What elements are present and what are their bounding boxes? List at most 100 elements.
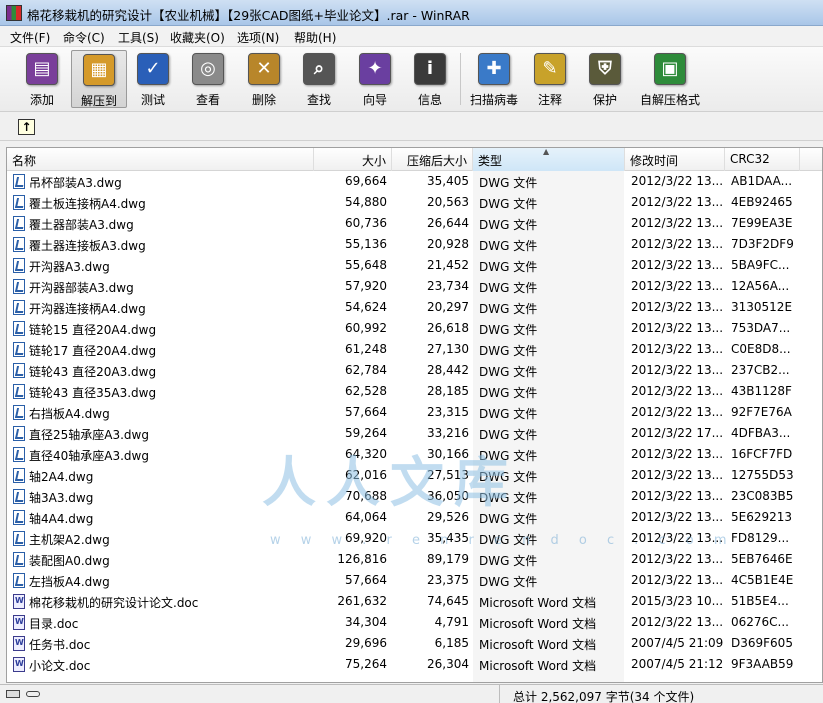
table-row[interactable]: 覆土器部装A3.dwg 60,736 26,644 DWG 文件 2012/3/22 1…	[7, 213, 822, 234]
cell-size: 54,624	[345, 300, 387, 314]
cell-size: 126,816	[337, 552, 387, 566]
toolbar-button-4[interactable]: ✕ 删除	[238, 50, 290, 108]
sort-ascending-icon: ▲	[543, 147, 550, 156]
column-header-name[interactable]: 名称	[7, 148, 314, 171]
table-row[interactable]: 小论文.doc 75,264 26,304 Microsoft Word 文档 2007…	[7, 654, 822, 675]
cell-name: 开沟器A3.dwg	[29, 260, 110, 274]
toolbar-button-5[interactable]: ⌕ 查找	[293, 50, 345, 108]
cell-packed: 23,375	[427, 573, 469, 587]
table-row[interactable]: 吊杯部装A3.dwg 69,664 35,405 DWG 文件 2012/3/22 13…	[7, 171, 822, 192]
table-row[interactable]: 链轮17 直径20A4.dwg 61,248 27,130 DWG 文件 2012/3/…	[7, 339, 822, 360]
toolbar-button-6[interactable]: ✦ 向导	[349, 50, 401, 108]
cell-packed: 35,435	[427, 531, 469, 545]
toolbar-button-0[interactable]: ▤ 添加	[16, 50, 68, 108]
cell-crc: 5EB7646E	[731, 552, 793, 566]
cell-modified: 2012/3/22 13...	[631, 489, 724, 503]
table-row[interactable]: 右挡板A4.dwg 57,664 23,315 DWG 文件 2012/3/22 13.…	[7, 402, 822, 423]
toolbar-button-2[interactable]: ✓ 测试	[127, 50, 179, 108]
dwg-file-icon	[13, 363, 25, 378]
table-row[interactable]: 开沟器A3.dwg 55,648 21,452 DWG 文件 2012/3/22 13.…	[7, 255, 822, 276]
cell-modified: 2012/3/22 13...	[631, 468, 724, 482]
cell-packed: 23,315	[427, 405, 469, 419]
cell-crc: 237CB2...	[731, 363, 790, 377]
toolbar-button-8[interactable]: ✚ 扫描病毒	[464, 50, 524, 108]
dwg-file-icon	[13, 426, 25, 441]
cell-packed: 20,563	[427, 195, 469, 209]
toolbar-button-9[interactable]: ✎ 注释	[525, 50, 575, 108]
cell-modified: 2012/3/22 13...	[631, 531, 724, 545]
cell-name: 任务书.doc	[29, 638, 91, 652]
cell-crc: 5E629213	[731, 510, 793, 524]
table-row[interactable]: 任务书.doc 29,696 6,185 Microsoft Word 文档 2007/…	[7, 633, 822, 654]
menu-options[interactable]: 选项(N)	[237, 29, 279, 46]
cell-crc: 5BA9FC...	[731, 258, 790, 272]
cell-modified: 2012/3/22 13...	[631, 447, 724, 461]
virus-scan-icon: ✚	[478, 53, 510, 85]
word-document-icon	[13, 615, 25, 630]
menu-commands[interactable]: 命令(C)	[63, 29, 105, 46]
menu-bar: 文件(F) 命令(C) 工具(S) 收藏夹(O) 选项(N) 帮助(H)	[0, 26, 823, 47]
table-row[interactable]: 装配图A0.dwg 126,816 89,179 DWG 文件 2012/3/22 13…	[7, 549, 822, 570]
cell-name: 吊杯部装A3.dwg	[29, 176, 122, 190]
cell-modified: 2012/3/22 13...	[631, 384, 724, 398]
table-row[interactable]: 主机架A2.dwg 69,920 35,435 DWG 文件 2012/3/22 13.…	[7, 528, 822, 549]
cell-name: 轴4A4.dwg	[29, 512, 94, 526]
table-row[interactable]: 链轮43 直径35A3.dwg 62,528 28,185 DWG 文件 2012/3/…	[7, 381, 822, 402]
table-row[interactable]: 直径40轴承座A3.dwg 64,320 30,166 DWG 文件 2012/3/22…	[7, 444, 822, 465]
cell-size: 62,528	[345, 384, 387, 398]
toolbar-button-10[interactable]: ⛨ 保护	[580, 50, 630, 108]
table-row[interactable]: 棉花移栽机的研究设计论文.doc 261,632 74,645 Microsoft W…	[7, 591, 822, 612]
table-row[interactable]: 目录.doc 34,304 4,791 Microsoft Word 文档 2012/3…	[7, 612, 822, 633]
column-header-modified[interactable]: 修改时间	[625, 148, 725, 171]
cell-crc: 7D3F2DF9	[731, 237, 794, 251]
toolbar-button-7[interactable]: i 信息	[404, 50, 456, 108]
cell-crc: 92F7E76A	[731, 405, 792, 419]
cell-packed: 28,442	[427, 363, 469, 377]
menu-tools[interactable]: 工具(S)	[118, 29, 159, 46]
table-row[interactable]: 覆土板连接柄A4.dwg 54,880 20,563 DWG 文件 2012/3/22 …	[7, 192, 822, 213]
up-folder-button[interactable]: ↑	[18, 119, 35, 135]
toolbar-button-11[interactable]: ▣ 自解压格式	[633, 50, 707, 108]
column-header-packed[interactable]: 压缩后大小	[392, 148, 473, 171]
menu-favorites[interactable]: 收藏夹(O)	[170, 29, 225, 46]
cell-type: Microsoft Word 文档	[479, 596, 597, 610]
table-row[interactable]: 轴3A3.dwg 70,688 36,050 DWG 文件 2012/3/22 13..…	[7, 486, 822, 507]
cell-name: 链轮17 直径20A4.dwg	[29, 344, 157, 358]
table-row[interactable]: 开沟器连接柄A4.dwg 54,624 20,297 DWG 文件 2012/3/22 …	[7, 297, 822, 318]
table-row[interactable]: 左挡板A4.dwg 57,664 23,375 DWG 文件 2012/3/22 13.…	[7, 570, 822, 591]
cell-size: 55,648	[345, 258, 387, 272]
dwg-file-icon	[13, 321, 25, 336]
table-row[interactable]: 覆土器连接板A3.dwg 55,136 20,928 DWG 文件 2012/3/22 …	[7, 234, 822, 255]
table-row[interactable]: 链轮43 直径20A3.dwg 62,784 28,442 DWG 文件 2012/3/…	[7, 360, 822, 381]
cell-type: DWG 文件	[479, 491, 538, 505]
file-list[interactable]: 名称 大小 压缩后大小 类型 ▲ 修改时间 CRC32 吊杯部装A3.dwg 69…	[6, 147, 823, 683]
key-icon[interactable]	[26, 691, 40, 697]
find-icon: ⌕	[303, 53, 335, 85]
menu-help[interactable]: 帮助(H)	[294, 29, 336, 46]
cell-name: 小论文.doc	[29, 659, 91, 673]
column-header-size[interactable]: 大小	[314, 148, 392, 171]
drive-icon[interactable]	[6, 690, 20, 698]
cell-modified: 2012/3/22 13...	[631, 552, 724, 566]
address-bar: ↑	[0, 113, 823, 141]
toolbar-button-3[interactable]: ◎ 查看	[182, 50, 234, 108]
cell-size: 69,664	[345, 174, 387, 188]
table-row[interactable]: 轴4A4.dwg 64,064 29,526 DWG 文件 2012/3/22 13..…	[7, 507, 822, 528]
cell-size: 64,064	[345, 510, 387, 524]
status-total: 总计 2,562,097 字节(34 个文件)	[513, 690, 695, 703]
cell-type: DWG 文件	[479, 449, 538, 463]
cell-size: 55,136	[345, 237, 387, 251]
cell-size: 64,320	[345, 447, 387, 461]
table-row[interactable]: 链轮15 直径20A4.dwg 60,992 26,618 DWG 文件 2012/3/…	[7, 318, 822, 339]
toolbar-button-1[interactable]: ▦ 解压到	[71, 50, 127, 108]
cell-size: 62,016	[345, 468, 387, 482]
column-header-crc[interactable]: CRC32	[725, 148, 800, 171]
delete-icon: ✕	[248, 53, 280, 85]
table-row[interactable]: 开沟器部装A3.dwg 57,920 23,734 DWG 文件 2012/3/22 1…	[7, 276, 822, 297]
cell-packed: 26,304	[427, 657, 469, 671]
cell-size: 60,736	[345, 216, 387, 230]
column-header-type[interactable]: 类型 ▲	[473, 148, 625, 171]
table-row[interactable]: 直径25轴承座A3.dwg 59,264 33,216 DWG 文件 2012/3/22…	[7, 423, 822, 444]
table-row[interactable]: 轴2A4.dwg 62,016 27,513 DWG 文件 2012/3/22 13..…	[7, 465, 822, 486]
menu-file[interactable]: 文件(F)	[10, 29, 50, 46]
